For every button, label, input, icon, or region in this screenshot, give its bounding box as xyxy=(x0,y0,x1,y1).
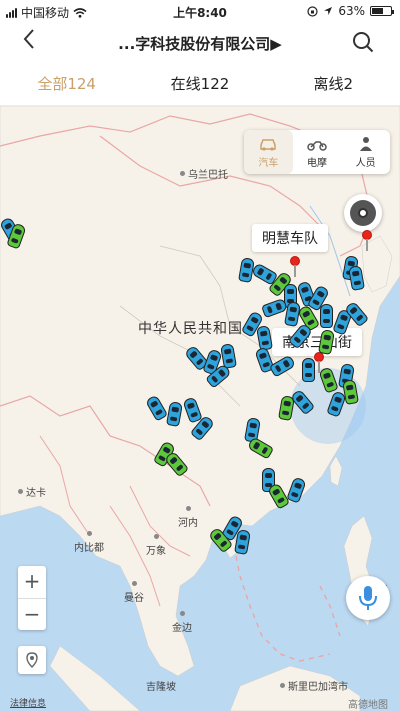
map-view[interactable]: 中华人民共和国 乌兰巴托 达卡 内比都 河内 万象 曼谷 金边 马尼 吉隆坡 斯… xyxy=(0,106,400,711)
type-motorcycle[interactable]: 电摩 xyxy=(293,130,342,174)
legal-info-link[interactable]: 法律信息 xyxy=(10,696,46,709)
location-pin-icon[interactable] xyxy=(362,230,372,251)
my-location-button[interactable] xyxy=(344,194,382,232)
status-left: 中国移动 xyxy=(6,4,87,21)
city-label: 金边 xyxy=(172,611,192,634)
fleet-pin-icon[interactable] xyxy=(290,256,300,277)
country-label: 中华人民共和国 xyxy=(138,321,243,337)
car-icon xyxy=(260,138,277,151)
zoom-in-button[interactable]: + xyxy=(18,566,46,598)
status-tabs: 全部124 在线122 离线2 xyxy=(0,62,400,106)
map-brand: 高德地图 xyxy=(348,700,388,711)
city-label: 达卡 xyxy=(18,484,46,499)
person-icon xyxy=(359,136,372,151)
motorcycle-icon xyxy=(307,140,327,151)
city-label: 乌兰巴托 xyxy=(180,166,228,181)
city-label: 曼谷 xyxy=(124,581,144,604)
map-pin-icon xyxy=(26,652,38,668)
tab-offline[interactable]: 离线2 xyxy=(267,62,400,105)
voice-button[interactable] xyxy=(346,576,390,620)
city-label: 万象 xyxy=(146,534,166,557)
tab-online[interactable]: 在线122 xyxy=(133,62,266,105)
type-car[interactable]: 汽车 xyxy=(244,130,293,174)
vehicle-marker-icon[interactable] xyxy=(320,304,333,328)
fleet-label[interactable]: 明慧车队 xyxy=(252,224,328,252)
carrier-name: 中国移动 xyxy=(21,6,70,20)
locate-self-button[interactable] xyxy=(18,646,46,674)
microphone-icon xyxy=(359,586,377,610)
vehicle-type-switcher: 汽车 电摩 人员 xyxy=(244,130,390,174)
tab-all[interactable]: 全部124 xyxy=(0,62,133,105)
chevron-left-icon xyxy=(23,29,34,49)
page-title[interactable]: ...字科技股份有限公司▶ xyxy=(100,33,300,54)
nav-bar: ...字科技股份有限公司▶ xyxy=(0,22,400,62)
vehicle-marker-icon[interactable] xyxy=(302,358,315,382)
zoom-control: + − xyxy=(18,566,46,630)
back-button[interactable] xyxy=(22,28,36,55)
wifi-icon xyxy=(73,7,87,18)
battery-percent: 63% xyxy=(338,4,365,18)
status-bar: 中国移动 上午8:40 63% xyxy=(0,0,400,22)
type-car-label: 汽车 xyxy=(258,157,279,169)
type-motorcycle-label: 电摩 xyxy=(307,157,327,169)
city-label: 内比都 xyxy=(74,531,104,554)
battery-icon xyxy=(370,6,394,16)
search-button[interactable] xyxy=(352,31,374,53)
city-label: 吉隆坡 xyxy=(146,682,176,693)
type-person-label: 人员 xyxy=(355,157,376,169)
zoom-out-button[interactable]: − xyxy=(18,598,46,630)
type-person[interactable]: 人员 xyxy=(341,130,390,174)
city-label: 河内 xyxy=(178,506,198,529)
search-icon xyxy=(353,32,374,53)
signal-icon xyxy=(6,7,17,18)
location-arrow-icon xyxy=(324,7,333,15)
city-label: 斯里巴加湾市 xyxy=(280,678,348,693)
status-right: 63% xyxy=(307,4,394,18)
lock-rotation-icon xyxy=(307,5,318,17)
